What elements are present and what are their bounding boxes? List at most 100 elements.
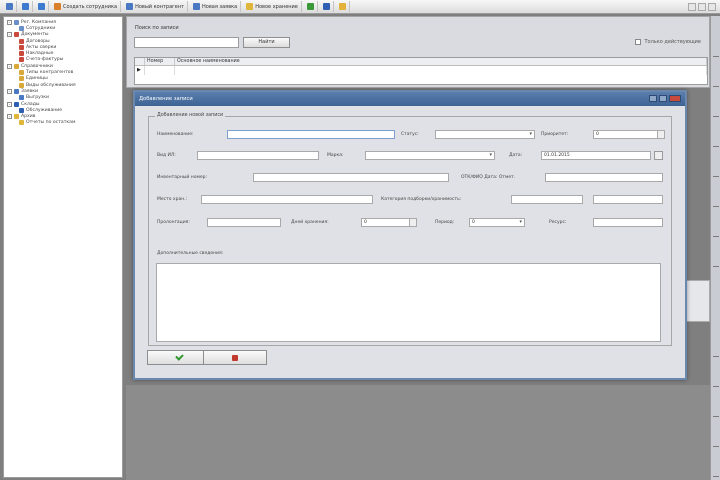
window-minimize-icon[interactable] [688, 2, 696, 11]
tree-item-label: Накладные [26, 51, 54, 57]
tree-node-icon [14, 19, 19, 25]
new-record-group: Добавление новой записи Наименование: Ст… [148, 113, 672, 346]
search-input[interactable] [134, 37, 239, 48]
place-input[interactable] [201, 195, 373, 204]
tree-item-label: Архив [21, 114, 36, 120]
window-maximize-icon[interactable] [698, 2, 706, 11]
name-input[interactable] [227, 130, 395, 139]
tree-node-icon [19, 95, 24, 101]
minimize-icon[interactable] [649, 95, 657, 102]
ok-button[interactable] [147, 350, 211, 365]
resource-label: Ресурс: [549, 220, 567, 225]
toolbar-button-blue[interactable] [320, 1, 334, 12]
inventory-label: Инвентарный номер: [157, 175, 207, 180]
strip-tick [713, 116, 719, 117]
tree-item-label: Единицы [26, 76, 48, 82]
tree-node-icon [19, 76, 24, 82]
tree-item-label: Виды обслуживания [26, 82, 76, 88]
tree-item-label: Счета-фактуры [26, 57, 64, 63]
tree-expander-icon[interactable]: - [7, 63, 12, 69]
search-button[interactable]: Найти [243, 37, 290, 48]
strip-tick [713, 56, 719, 57]
window-controls [688, 2, 720, 11]
category-input-2[interactable] [593, 195, 663, 204]
status-label: Статус: [401, 132, 419, 137]
row-cell-name[interactable] [175, 66, 707, 75]
up-icon [22, 3, 29, 10]
tree-node-icon [14, 32, 19, 38]
toolbar-button-new-storage[interactable]: Новое хранение [243, 1, 302, 12]
tree-item-label: Акты сверки [26, 44, 57, 50]
date-input[interactable]: 01.01.2015 [541, 151, 651, 160]
strip-tick [713, 446, 719, 447]
toolbar-button-label: Новая заявка [202, 3, 238, 10]
tree-node-icon [19, 44, 24, 50]
back-icon [6, 3, 13, 10]
status-select[interactable] [435, 130, 535, 139]
mark-select[interactable] [365, 151, 495, 160]
dialog-titlebar[interactable]: Добавление записи [135, 92, 685, 106]
toolbar-button-refresh[interactable] [35, 1, 49, 12]
close-icon[interactable] [669, 95, 681, 102]
calendar-icon[interactable] [654, 151, 663, 160]
priority-spinner[interactable]: 0 [593, 130, 665, 139]
tree-node-icon [19, 82, 24, 88]
memo-label: Дополнительные сведения: [157, 251, 224, 256]
blue-icon [322, 3, 330, 10]
toolbar-button-new-employee[interactable]: Создать сотрудника [51, 1, 122, 12]
date-label: Дата: [509, 153, 523, 158]
tree-item[interactable]: Отчеты по остаткам [7, 120, 122, 126]
period-label: Период: [435, 220, 455, 225]
window-close-icon[interactable] [708, 2, 716, 11]
toolbar-button-new-request[interactable]: Новая заявка [190, 1, 242, 12]
toolbar-button-new-contractor[interactable]: Новый контрагент [123, 1, 189, 12]
tree-expander-icon[interactable]: - [7, 101, 12, 107]
main-toolbar: Создать сотрудника Новый контрагент Новая … [0, 0, 720, 14]
grid-header-name[interactable]: Основное наименование [175, 58, 707, 65]
tree-expander-icon[interactable]: - [7, 114, 12, 120]
strip-tick [713, 236, 719, 237]
strip-tick [713, 356, 719, 357]
inventory-input[interactable] [253, 173, 449, 182]
tree-item-label: Обслуживание [26, 107, 63, 113]
days-spinner[interactable]: 0 [361, 218, 417, 227]
tree-expander-icon[interactable]: - [7, 88, 12, 94]
toolbar-button-label: Новое хранение [255, 3, 298, 10]
records-grid[interactable]: Номер Основное наименование ▶ [134, 57, 708, 85]
resource-input[interactable] [593, 218, 663, 227]
memo-textarea[interactable] [156, 263, 661, 342]
only-active-label: Только действующие [644, 39, 701, 45]
period-select[interactable]: 0 [469, 218, 525, 227]
grid-header-indicator [135, 58, 145, 65]
strip-tick [713, 86, 719, 87]
checkbox-box[interactable] [635, 39, 642, 45]
category-input[interactable] [511, 195, 583, 204]
fio-input[interactable] [545, 173, 663, 182]
toolbar-button-green[interactable] [304, 1, 318, 12]
tree-expander-icon[interactable]: - [7, 32, 12, 38]
name-label: Наименование: [157, 132, 194, 137]
new-contractor-icon [126, 3, 134, 10]
grid-header-number[interactable]: Номер [145, 58, 175, 65]
workspace-background [126, 385, 710, 480]
tree-item-label: Отчеты по остаткам [26, 120, 76, 126]
tree-node-icon [14, 114, 19, 120]
toolbar-button-back[interactable] [3, 1, 17, 12]
toolbar-button-up[interactable] [19, 1, 33, 12]
extra-input[interactable] [207, 218, 281, 227]
only-active-checkbox[interactable]: Только действующие [635, 39, 701, 45]
maximize-icon[interactable] [659, 95, 667, 102]
type-input[interactable] [197, 151, 319, 160]
days-label: Дней хранения: [291, 220, 329, 225]
main-panel: Поиск по записи Найти Только действующие… [126, 16, 710, 88]
strip-tick [713, 386, 719, 387]
cancel-button[interactable] [203, 350, 267, 365]
navigation-tree: - Рег. Компания Сотрудники - Документы Догово… [4, 17, 122, 126]
new-employee-icon [54, 3, 61, 10]
tree-item-label: Выгрузки [26, 95, 50, 101]
strip-tick [713, 146, 719, 147]
table-row[interactable]: ▶ [135, 66, 707, 75]
row-cell-number[interactable] [145, 66, 175, 75]
tree-expander-icon[interactable]: - [7, 19, 12, 25]
toolbar-button-star[interactable] [336, 1, 350, 12]
